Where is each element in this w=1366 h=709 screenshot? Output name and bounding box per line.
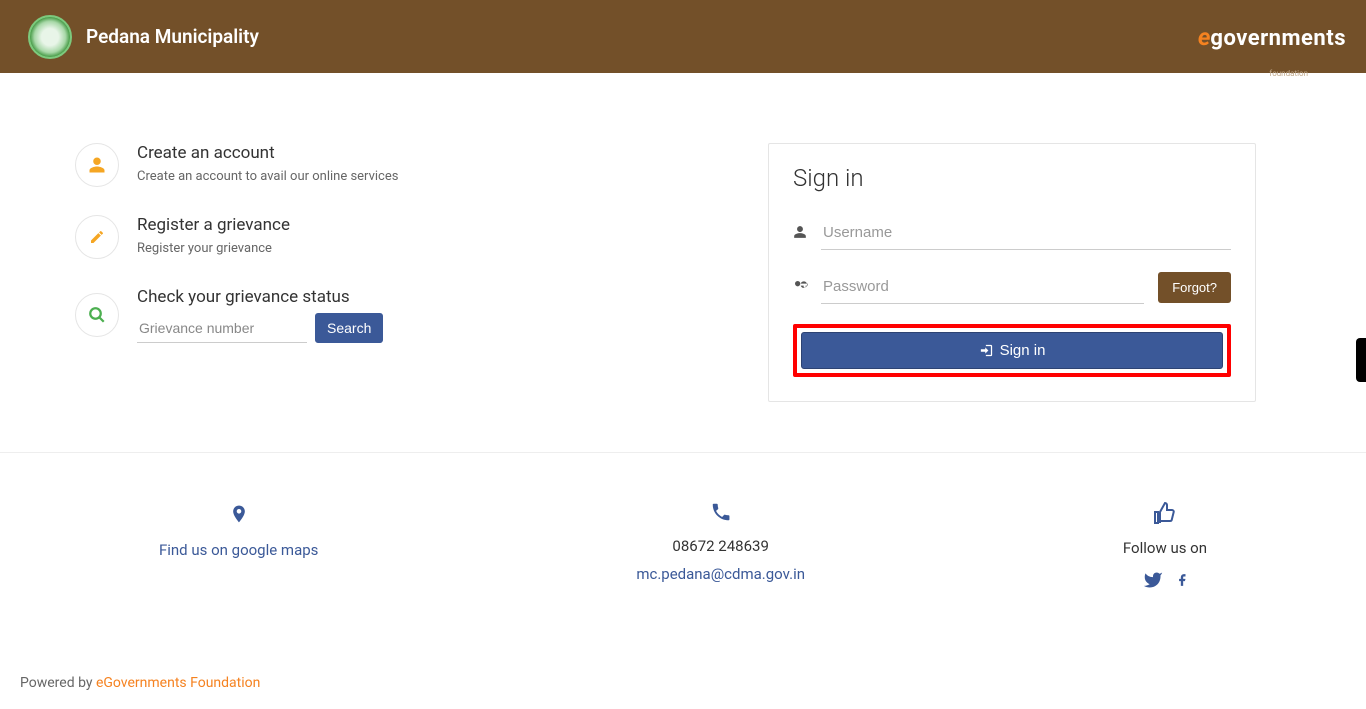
services-column: Create an account Create an account to a… [75, 143, 728, 402]
create-account-item[interactable]: Create an account Create an account to a… [75, 143, 728, 187]
social-links-row [1141, 567, 1189, 597]
footer-info: Find us on google maps 08672 248639 mc.p… [0, 452, 1366, 657]
site-header: Pedana Municipality e governments founda… [0, 0, 1366, 73]
check-status-text: Check your grievance status Search [137, 287, 383, 343]
search-icon [75, 293, 119, 337]
side-tab[interactable] [1356, 338, 1366, 382]
register-grievance-item[interactable]: Register a grievance Register your griev… [75, 215, 728, 259]
signin-button-label: Sign in [1000, 342, 1046, 359]
header-left: Pedana Municipality [28, 15, 259, 59]
username-input[interactable] [821, 216, 1231, 250]
signin-button-highlight: Sign in [793, 324, 1231, 377]
register-grievance-desc: Register your grievance [137, 241, 290, 256]
bottom-bar: Powered by eGovernments Foundation [0, 657, 1366, 709]
pencil-icon [75, 215, 119, 259]
key-icon [793, 277, 807, 297]
footer-maps-col: Find us on google maps [159, 501, 318, 597]
signin-title: Sign in [793, 164, 1231, 192]
site-title: Pedana Municipality [86, 25, 259, 48]
egovernments-foundation-link[interactable]: eGovernments Foundation [96, 675, 260, 691]
google-maps-link[interactable]: Find us on google maps [159, 541, 318, 559]
footer-contact-col: 08672 248639 mc.pedana@cdma.gov.in [636, 501, 805, 597]
thumbs-up-icon [1153, 501, 1177, 529]
email-link[interactable]: mc.pedana@cdma.gov.in [636, 565, 805, 583]
check-status-title: Check your grievance status [137, 287, 383, 307]
signin-arrow-icon [979, 343, 994, 358]
grievance-search-row: Search [137, 313, 383, 343]
gov-seal-icon [28, 15, 72, 59]
signin-card: Sign in Forgot? Sign in [768, 143, 1256, 402]
username-row [793, 216, 1231, 250]
follow-us-text: Follow us on [1123, 539, 1207, 557]
register-grievance-title: Register a grievance [137, 215, 290, 235]
powered-by-text: Powered by [20, 675, 96, 691]
phone-icon [710, 501, 732, 527]
search-button[interactable]: Search [315, 313, 383, 343]
register-grievance-text: Register a grievance Register your griev… [137, 215, 290, 256]
logo-subtext: foundation [1269, 69, 1308, 78]
check-status-item: Check your grievance status Search [75, 287, 728, 343]
map-pin-icon [229, 501, 249, 531]
create-account-text: Create an account Create an account to a… [137, 143, 398, 184]
twitter-icon[interactable] [1141, 570, 1165, 594]
create-account-desc: Create an account to avail our online se… [137, 169, 398, 184]
logo-e-letter: e [1198, 23, 1211, 51]
facebook-icon[interactable] [1175, 567, 1189, 597]
username-icon [793, 224, 807, 243]
user-icon [75, 143, 119, 187]
password-input[interactable] [821, 270, 1144, 304]
footer-social-col: Follow us on [1123, 501, 1207, 597]
egovernments-logo[interactable]: e governments foundation [1198, 23, 1346, 51]
phone-number: 08672 248639 [672, 537, 768, 555]
logo-text: governments [1210, 26, 1346, 51]
forgot-button[interactable]: Forgot? [1158, 272, 1231, 303]
password-row: Forgot? [793, 270, 1231, 304]
grievance-number-input[interactable] [137, 314, 307, 343]
main-content: Create an account Create an account to a… [0, 73, 1366, 452]
create-account-title: Create an account [137, 143, 398, 163]
signin-button[interactable]: Sign in [801, 332, 1223, 369]
